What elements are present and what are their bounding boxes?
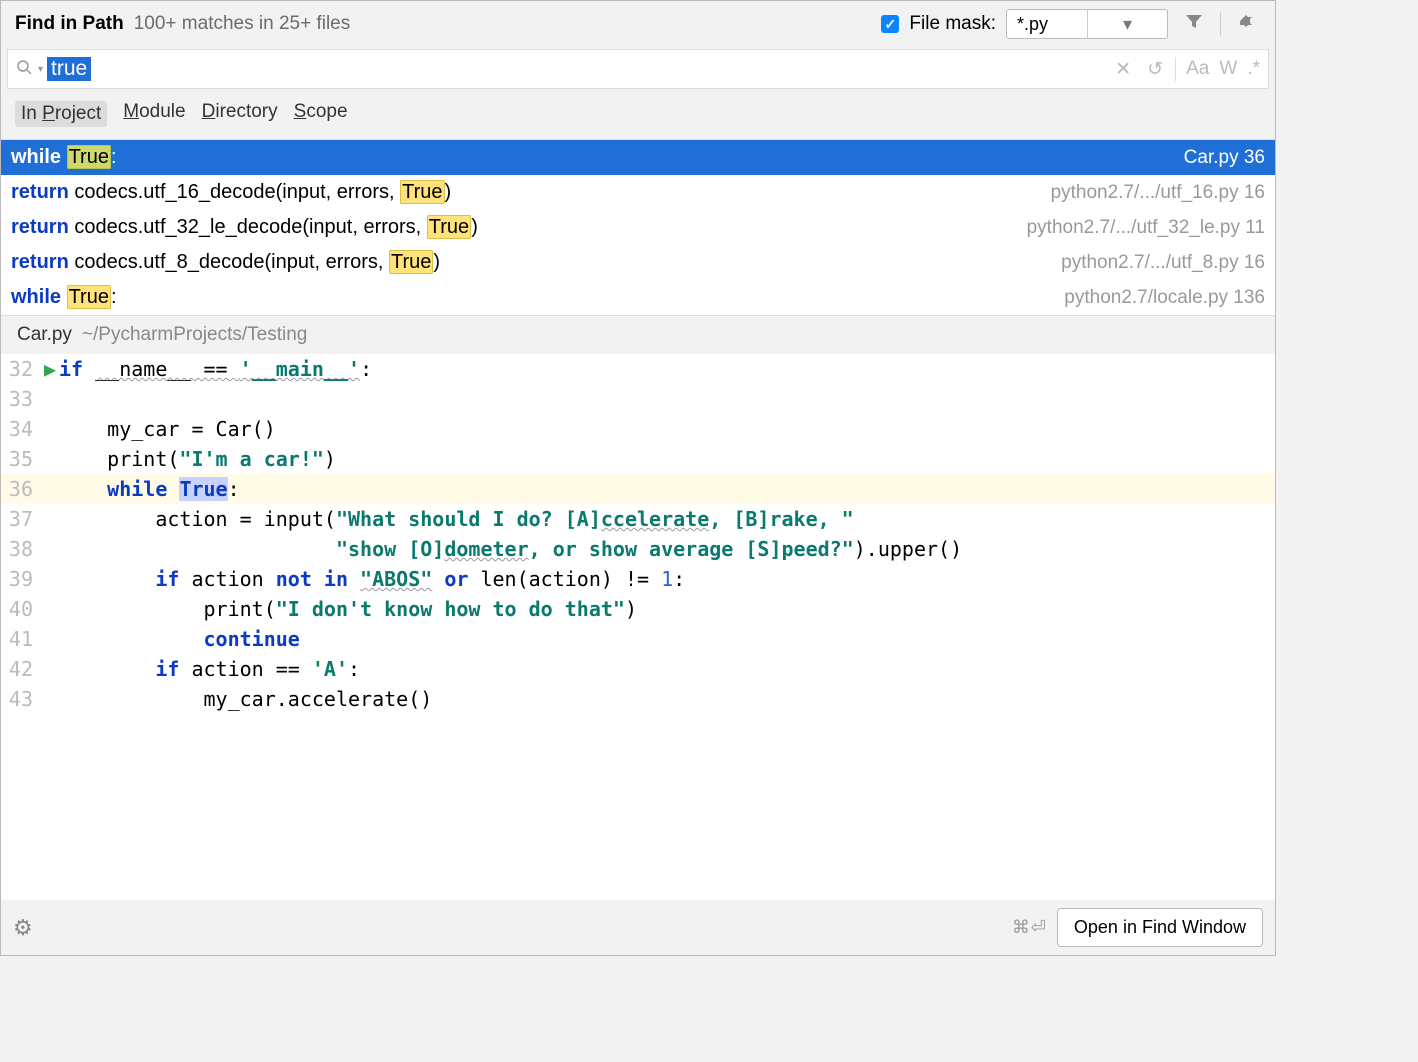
line-number: 43	[1, 684, 41, 714]
run-gutter-icon	[41, 474, 59, 504]
regex-toggle[interactable]: .*	[1247, 58, 1260, 80]
gear-icon[interactable]: ⚙	[13, 915, 33, 941]
code-line[interactable]: 40 print("I don't know how to do that")	[1, 594, 1275, 624]
clear-icon[interactable]: ✕	[1107, 58, 1139, 81]
code-line[interactable]: 38 "show [O]dometer, or show average [S]…	[1, 534, 1275, 564]
open-in-find-window-button[interactable]: Open in Find Window	[1057, 908, 1263, 947]
preview-file-name: Car.py	[17, 324, 72, 346]
preview-header: Car.py ~/PycharmProjects/Testing	[1, 316, 1275, 354]
run-gutter-icon	[41, 654, 59, 684]
scope-tab[interactable]: Module	[123, 101, 185, 127]
line-number: 32	[1, 354, 41, 384]
line-number: 38	[1, 534, 41, 564]
line-number: 36	[1, 474, 41, 504]
line-number: 37	[1, 504, 41, 534]
line-number: 39	[1, 564, 41, 594]
line-number: 40	[1, 594, 41, 624]
scope-tabs: In Project Module Directory Scope	[1, 91, 1275, 139]
match-case-toggle[interactable]: Aa	[1186, 58, 1209, 80]
search-input[interactable]: true	[47, 57, 91, 81]
scope-tab[interactable]: In Project	[15, 101, 107, 127]
pin-icon[interactable]	[1231, 12, 1261, 36]
run-gutter-icon	[41, 414, 59, 444]
file-mask-combo[interactable]: *.py ▾	[1006, 9, 1168, 39]
run-gutter-icon[interactable]: ▶	[41, 354, 59, 384]
filter-icon[interactable]	[1178, 11, 1210, 37]
dialog-title: Find in Path	[15, 13, 124, 35]
line-number: 35	[1, 444, 41, 474]
code-line[interactable]: 39 if action not in "ABOS" or len(action…	[1, 564, 1275, 594]
result-row[interactable]: return codecs.utf_16_decode(input, error…	[1, 175, 1275, 210]
whole-words-toggle[interactable]: W	[1219, 58, 1237, 80]
run-gutter-icon	[41, 594, 59, 624]
run-gutter-icon	[41, 684, 59, 714]
code-line[interactable]: 37 action = input("What should I do? [A]…	[1, 504, 1275, 534]
line-number: 34	[1, 414, 41, 444]
match-options: Aa W .*	[1180, 58, 1260, 80]
dialog-header: Find in Path 100+ matches in 25+ files F…	[1, 1, 1275, 47]
code-line[interactable]: 42 if action == 'A':	[1, 654, 1275, 684]
line-number: 33	[1, 384, 41, 414]
shortcut-hint: ⌘⏎	[1012, 917, 1047, 938]
code-preview[interactable]: 32▶if __name__ == '__main__':3334 my_car…	[1, 354, 1275, 900]
history-icon[interactable]: ↺	[1139, 58, 1171, 81]
scope-tab[interactable]: Scope	[294, 101, 348, 127]
file-mask-label: File mask:	[909, 13, 996, 35]
result-path: Car.py 36	[1184, 147, 1265, 169]
result-path: python2.7/.../utf_8.py 16	[1061, 252, 1265, 274]
chevron-down-icon[interactable]: ▾	[1087, 10, 1167, 38]
run-gutter-icon	[41, 504, 59, 534]
match-count: 100+ matches in 25+ files	[134, 13, 351, 35]
line-number: 42	[1, 654, 41, 684]
search-icon[interactable]	[16, 59, 43, 80]
result-row[interactable]: while True:python2.7/locale.py 136	[1, 280, 1275, 315]
search-field-row: true ✕ ↺ Aa W .*	[7, 49, 1269, 89]
code-line[interactable]: 34 my_car = Car()	[1, 414, 1275, 444]
code-line[interactable]: 32▶if __name__ == '__main__':	[1, 354, 1275, 384]
result-row[interactable]: return codecs.utf_32_le_decode(input, er…	[1, 210, 1275, 245]
result-row[interactable]: return codecs.utf_8_decode(input, errors…	[1, 245, 1275, 280]
code-line[interactable]: 43 my_car.accelerate()	[1, 684, 1275, 714]
run-gutter-icon	[41, 384, 59, 414]
code-line[interactable]: 41 continue	[1, 624, 1275, 654]
line-number: 41	[1, 624, 41, 654]
code-line[interactable]: 33	[1, 384, 1275, 414]
file-mask-checkbox[interactable]	[881, 15, 899, 33]
dialog-footer: ⚙ ⌘⏎ Open in Find Window	[1, 900, 1275, 955]
file-mask-value[interactable]: *.py	[1007, 10, 1087, 38]
run-gutter-icon	[41, 534, 59, 564]
run-gutter-icon	[41, 624, 59, 654]
scope-tab[interactable]: Directory	[202, 101, 278, 127]
result-path: python2.7/.../utf_16.py 16	[1051, 182, 1265, 204]
result-row[interactable]: while True:Car.py 36	[1, 140, 1275, 175]
results-list: while True:Car.py 36return codecs.utf_16…	[1, 139, 1275, 316]
result-path: python2.7/locale.py 136	[1064, 287, 1265, 309]
code-line[interactable]: 36 while True:	[1, 474, 1275, 504]
run-gutter-icon	[41, 564, 59, 594]
run-gutter-icon	[41, 444, 59, 474]
preview-file-path: ~/PycharmProjects/Testing	[82, 324, 307, 346]
code-line[interactable]: 35 print("I'm a car!")	[1, 444, 1275, 474]
result-path: python2.7/.../utf_32_le.py 11	[1027, 217, 1265, 239]
